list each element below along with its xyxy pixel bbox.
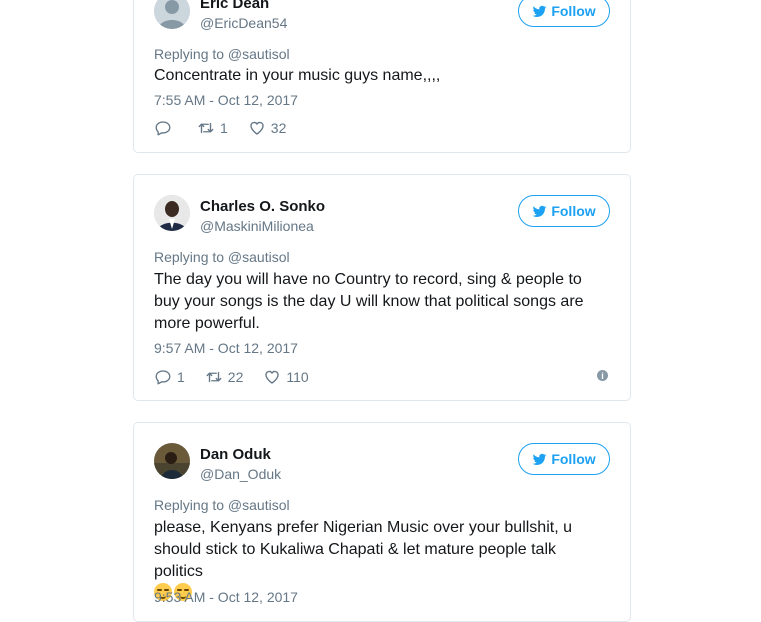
tweet-text-body: please, Kenyans prefer Nigerian Music ov… [154,519,572,580]
tweet-card: Charles O. Sonko @MaskiniMilionea Follow… [133,174,631,401]
user-name[interactable]: Dan Oduk [200,446,271,463]
reply-count: 1 [177,369,185,385]
avatar[interactable] [154,0,190,29]
reply-button[interactable]: 1 [154,368,185,386]
tweet-timestamp[interactable]: 7:55 AM - Oct 12, 2017 [154,92,298,108]
tweet-timestamp[interactable]: 9:57 AM - Oct 12, 2017 [154,340,298,356]
reply-button[interactable] [154,119,177,137]
tweet-timestamp[interactable]: 9:53 AM - Oct 12, 2017 [154,589,298,605]
user-handle[interactable]: @EricDean54 [200,15,287,31]
retweet-button[interactable]: 1 [197,119,228,137]
follow-label: Follow [551,451,596,467]
replying-to[interactable]: Replying to @sautisol [154,249,290,265]
tweet-actions: 1 22 110 [154,367,329,387]
like-button[interactable]: 32 [248,119,287,137]
follow-button[interactable]: Follow [518,443,610,475]
heart-icon [250,121,264,135]
tweet-card: Eric Dean @EricDean54 Follow Replying to… [133,0,631,153]
like-count: 32 [270,120,287,136]
retweet-button[interactable]: 22 [205,368,244,386]
tweet-card: Dan Oduk @Dan_Oduk Follow Replying to @s… [133,422,631,622]
follow-label: Follow [551,3,596,19]
follow-label: Follow [551,203,596,219]
info-icon[interactable]: i [597,370,608,381]
user-handle[interactable]: @Dan_Oduk [200,466,281,482]
tweet-actions: 1 32 [154,118,306,138]
like-count: 110 [286,369,309,385]
twitter-bird-icon [532,5,547,17]
replying-to[interactable]: Replying to @sautisol [154,46,290,62]
reply-icon [155,370,171,385]
heart-icon [265,370,280,384]
like-button[interactable]: 110 [263,368,309,386]
replying-to[interactable]: Replying to @sautisol [154,497,290,513]
retweet-count: 1 [220,120,228,136]
retweet-icon [198,122,214,134]
retweet-icon [206,371,222,383]
follow-button[interactable]: Follow [518,195,610,227]
user-name[interactable]: Eric Dean [200,0,269,12]
reply-icon [155,121,171,136]
follow-button[interactable]: Follow [518,0,610,27]
tweet-text: Concentrate in your music guys name,,,, [154,67,441,84]
user-name[interactable]: Charles O. Sonko [200,198,325,215]
tweet-text: The day you will have no Country to reco… [154,271,584,332]
twitter-bird-icon [532,205,547,217]
avatar[interactable] [154,443,190,479]
user-handle[interactable]: @MaskiniMilionea [200,218,314,234]
avatar[interactable] [154,195,190,231]
twitter-bird-icon [532,453,547,465]
retweet-count: 22 [227,369,244,385]
